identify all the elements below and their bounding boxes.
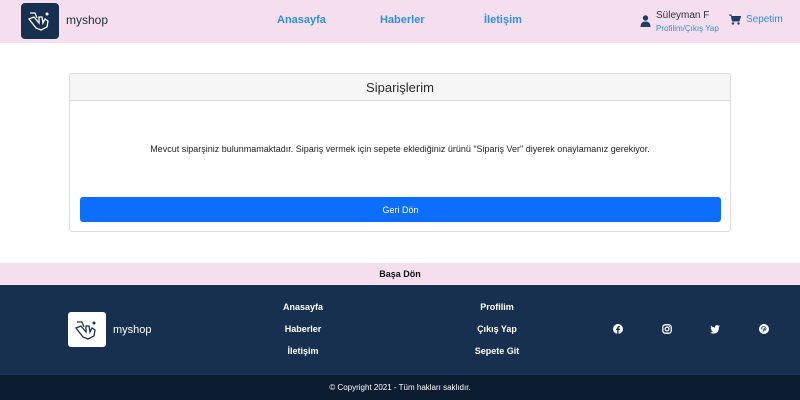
hand-cart-logo-icon	[74, 320, 96, 340]
nav-link-home[interactable]: Anasayfa	[277, 14, 326, 26]
hand-cart-logo-icon	[27, 12, 49, 31]
footer-link-go-to-cart[interactable]: Sepete Git	[447, 346, 547, 356]
pinterest-icon[interactable]	[759, 324, 769, 334]
nav-link-contact[interactable]: İletişim	[484, 14, 522, 26]
user-icon	[640, 15, 651, 27]
brand-logo[interactable]	[21, 3, 59, 39]
facebook-icon[interactable]	[613, 324, 623, 334]
footer-link-news[interactable]: Haberler	[253, 324, 353, 334]
card-title: Siparişlerim	[70, 74, 730, 101]
go-back-button[interactable]: Geri Dön	[80, 197, 721, 222]
footer-link-profile[interactable]: Profilim	[447, 302, 547, 312]
empty-orders-message: Mevcut siparşiniz bulunmamaktadır. Sipar…	[150, 144, 650, 154]
nav-link-news[interactable]: Haberler	[380, 14, 425, 26]
footer-link-home[interactable]: Anasayfa	[253, 302, 353, 312]
footer: myshop Anasayfa Haberler İletişim Profil…	[0, 285, 800, 375]
profile-logout-link[interactable]: Profilim/Çıkış Yap	[656, 24, 719, 33]
twitter-icon[interactable]	[710, 324, 720, 334]
cart-link[interactable]: Sepetim	[746, 14, 783, 25]
footer-link-logout[interactable]: Çıkış Yap	[447, 324, 547, 334]
back-to-top-button[interactable]: Başa Dön	[0, 263, 800, 285]
copyright-bar: © Copyright 2021 - Tüm hakları saklıdır.	[0, 375, 800, 400]
brand-name[interactable]: myshop	[66, 13, 108, 27]
instagram-icon[interactable]	[662, 324, 672, 334]
orders-card: Siparişlerim Mevcut siparşiniz bulunmama…	[69, 73, 731, 232]
footer-logo[interactable]	[68, 312, 106, 347]
footer-link-contact[interactable]: İletişim	[253, 346, 353, 356]
user-name: Süleyman F	[656, 10, 710, 21]
footer-brand-name: myshop	[113, 324, 152, 336]
cart-icon[interactable]	[729, 14, 741, 25]
top-navbar: myshop Anasayfa Haberler İletişim Süleym…	[0, 0, 800, 43]
